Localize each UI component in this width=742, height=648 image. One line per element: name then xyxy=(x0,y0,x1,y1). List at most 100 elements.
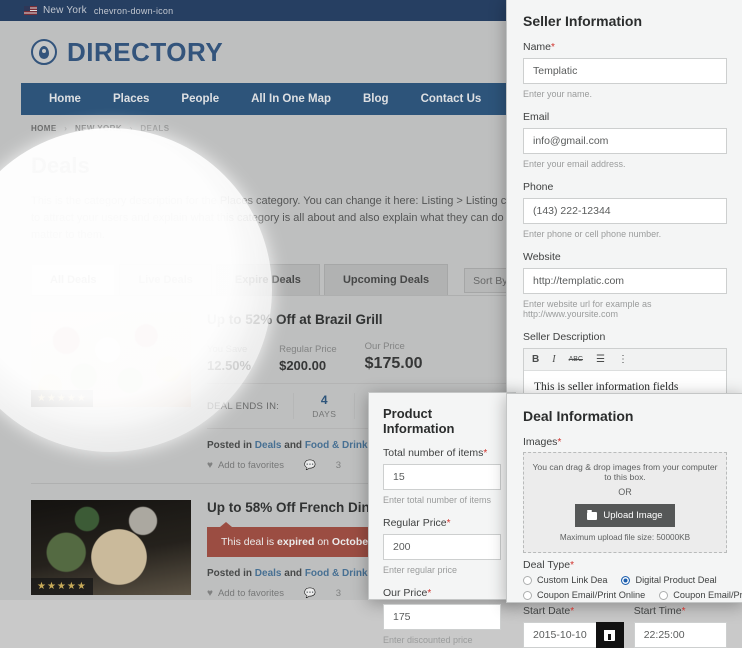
regular-price-label: Regular Price* xyxy=(383,517,501,529)
deal-thumbnail[interactable]: ★★★★★ xyxy=(31,500,191,596)
comment-icon[interactable]: 💬 xyxy=(304,460,316,471)
deal-type-label-text: Deal Type xyxy=(523,559,571,571)
radio-icon-selected[interactable] xyxy=(621,575,631,585)
breadcrumb-item-home[interactable]: HOME xyxy=(31,124,57,133)
countdown-days-value: 4 xyxy=(320,393,328,408)
seller-name-input[interactable]: Templatic xyxy=(523,58,727,84)
seller-website-input[interactable]: http://templatic.com xyxy=(523,268,727,294)
start-date-input[interactable]: 2015-10-10 xyxy=(523,622,596,648)
start-time-input[interactable]: 22:25:00 xyxy=(633,622,727,648)
radio-coupon-email-print-online[interactable]: Coupon Email/Print Online xyxy=(523,590,645,600)
total-items-input[interactable]: 15 xyxy=(383,464,501,490)
map-pin-icon xyxy=(31,39,57,65)
seller-phone-input[interactable]: (143) 222-12344 xyxy=(523,198,727,224)
start-date-label: Start Date* xyxy=(523,605,624,617)
email-label: Email xyxy=(523,111,550,123)
required-marker: * xyxy=(483,448,488,459)
nav-item-people[interactable]: People xyxy=(165,83,235,115)
regular-price-input[interactable]: 200 xyxy=(383,534,501,560)
required-marker: * xyxy=(551,42,555,53)
heart-icon[interactable]: ♥ xyxy=(207,588,213,599)
required-marker: * xyxy=(427,588,432,599)
start-date-col: Start Date* 2015-10-10 xyxy=(523,605,624,648)
radio-coupon-email-print-product[interactable]: Coupon Email/Print Product xyxy=(659,590,742,600)
tab-all-deals[interactable]: All Deals xyxy=(31,264,116,296)
posted-category-deals[interactable]: Deals xyxy=(255,440,282,451)
italic-icon[interactable]: I xyxy=(552,354,555,365)
posted-in-prefix: Posted in xyxy=(207,440,253,452)
expired-prefix: This deal is xyxy=(221,535,275,548)
regular-price-cell: Regular Price $200.00 xyxy=(279,344,337,373)
total-items-help: Enter total number of items xyxy=(383,495,492,505)
radio-digital-product-deal-label: Digital Product Deal xyxy=(635,575,717,585)
radio-custom-link-deal[interactable]: Custom Link Dea xyxy=(523,575,607,585)
posted-category-food-drink[interactable]: Food & Drink xyxy=(305,440,368,451)
chevron-down-icon[interactable]: chevron-down-icon xyxy=(94,6,173,16)
deal-panel-title: Deal Information xyxy=(523,408,634,424)
tab-upcoming-deals[interactable]: Upcoming Deals xyxy=(323,264,449,296)
posted-category-food-drink[interactable]: Food & Drink xyxy=(305,568,368,579)
name-label: Name* xyxy=(523,41,727,53)
radio-icon[interactable] xyxy=(523,575,532,585)
images-label-text: Images xyxy=(523,436,558,448)
radio-custom-link-deal-label: Custom Link Dea xyxy=(537,575,608,585)
radio-icon[interactable] xyxy=(659,590,669,600)
radio-coupon-email-print-online-label: Coupon Email/Print Online xyxy=(537,590,646,600)
tab-expire-deals[interactable]: Expire Deals xyxy=(215,264,320,296)
more-options-icon[interactable]: ⋮ xyxy=(618,354,628,365)
start-time-label-text: Start Time xyxy=(633,605,682,617)
deal-rating-stars: ★★★★★ xyxy=(31,390,93,408)
nav-item-blog[interactable]: Blog xyxy=(347,83,405,115)
heart-icon[interactable]: ♥ xyxy=(207,460,213,471)
datetime-row: Start Date* 2015-10-10 Start Time* 22:25… xyxy=(523,605,727,648)
comment-icon[interactable]: 💬 xyxy=(304,588,316,599)
total-items-label-text: Total number of items xyxy=(383,447,484,459)
topbar-location-label: New York xyxy=(43,5,87,16)
breadcrumb-item-new-york[interactable]: NEW YORK xyxy=(75,124,122,133)
posted-and: and xyxy=(284,567,303,579)
bullet-list-icon[interactable]: ☰ xyxy=(596,354,605,365)
our-price-cell: Our Price $175.00 xyxy=(365,341,423,373)
upload-image-button[interactable]: Upload Image xyxy=(575,504,675,527)
radio-digital-product-deal[interactable]: Digital Product Deal xyxy=(621,575,717,585)
upload-image-label: Upload Image xyxy=(603,510,663,521)
bold-icon[interactable]: B xyxy=(532,354,539,365)
product-panel-title: Product Information xyxy=(383,406,455,436)
required-marker: * xyxy=(446,518,451,529)
phone-help-text: Enter phone or cell phone number. xyxy=(523,229,662,239)
email-help-text: Enter your email address. xyxy=(523,159,626,169)
sort-by-label: Sort By xyxy=(473,274,508,287)
tab-live-deals[interactable]: Live Deals xyxy=(119,264,212,296)
deal-type-row-2: Coupon Email/Print Online Coupon Email/P… xyxy=(523,590,742,600)
strikethrough-icon[interactable]: ABC xyxy=(569,356,583,363)
editor-toolbar: B I ABC ☰ ⋮ xyxy=(524,349,726,371)
deal-rating-stars: ★★★★★ xyxy=(31,578,93,596)
our-price-input[interactable]: 175 xyxy=(383,604,501,630)
dropzone-instruction: You can drag & drop images from your com… xyxy=(532,462,718,482)
our-price-label-text: Our Price xyxy=(383,587,428,599)
deal-type-group: Deal Type* Custom Link Dea Digital Produ… xyxy=(523,553,742,600)
logo-text[interactable]: DIRECTORY xyxy=(67,37,223,68)
image-dropzone[interactable]: You can drag & drop images from your com… xyxy=(523,452,727,553)
regular-price-value: $200.00 xyxy=(279,358,327,374)
posted-category-deals[interactable]: Deals xyxy=(255,568,282,579)
nav-item-contact-us[interactable]: Contact Us xyxy=(405,83,498,115)
us-flag-icon xyxy=(24,6,37,15)
add-to-favorites-label[interactable]: Add to favorites xyxy=(218,460,284,471)
deal-thumbnail[interactable]: ★★★★★ xyxy=(31,312,191,408)
nav-item-all-in-one-map[interactable]: All In One Map xyxy=(235,83,347,115)
countdown-days-label: DAYS xyxy=(312,409,337,420)
radio-icon[interactable] xyxy=(523,590,532,600)
add-to-favorites-label[interactable]: Add to favorites xyxy=(218,588,284,599)
our-price-label: Our Price* xyxy=(383,587,501,599)
nav-item-home[interactable]: Home xyxy=(33,83,97,115)
product-information-panel: Product Information Total number of item… xyxy=(368,392,516,645)
you-save-value: 12.50% xyxy=(207,358,252,374)
expired-mid: on xyxy=(317,535,329,548)
seller-email-input[interactable]: info@gmail.com xyxy=(523,128,727,154)
website-help-text: Enter website url for example as http://… xyxy=(523,299,652,319)
calendar-icon[interactable] xyxy=(595,622,624,648)
nav-item-places[interactable]: Places xyxy=(97,83,165,115)
radio-coupon-email-print-product-label: Coupon Email/Print Product xyxy=(673,590,742,600)
breadcrumb-separator-icon: › xyxy=(129,124,133,133)
